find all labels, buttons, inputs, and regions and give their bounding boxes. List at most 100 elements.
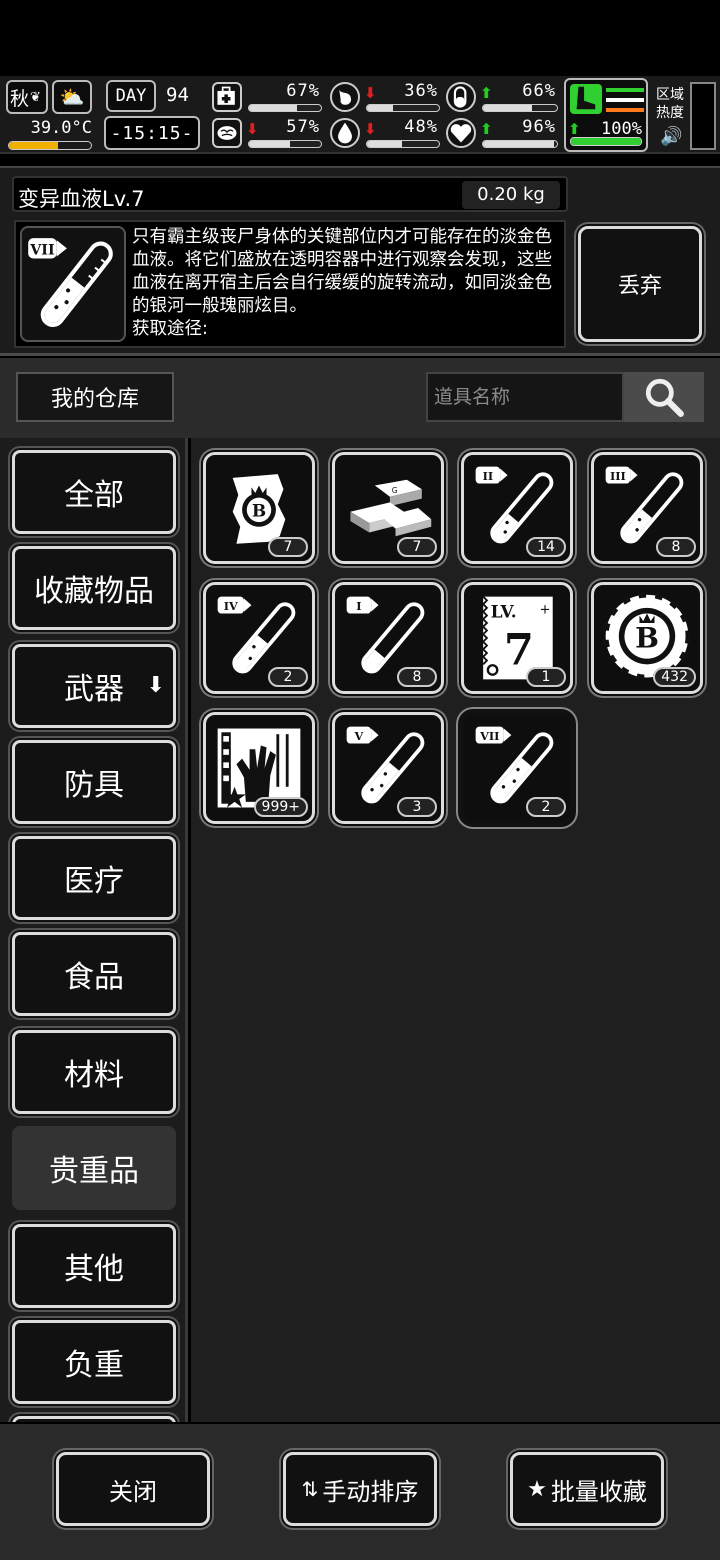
clock-time: -15:15- bbox=[110, 122, 194, 144]
category-favorites[interactable]: 收藏物品 bbox=[12, 546, 176, 630]
svg-text:B: B bbox=[252, 500, 266, 520]
stat-value: 57% bbox=[286, 117, 320, 137]
svg-text:IV: IV bbox=[224, 599, 238, 613]
item-count: 999+ bbox=[253, 797, 308, 817]
item-description: 只有霸主级丧尸身体的关键部位内才可能存在的淡金色血液。将它们盛放在透明容器中进行… bbox=[132, 226, 558, 341]
item-count: 7 bbox=[397, 537, 437, 557]
item-grid: B 7 G 7 II 14 III 8 IV 2 I 8 LV. 7 + 1 B 4… bbox=[191, 438, 720, 1422]
blood-vial-icon: VII bbox=[20, 226, 126, 342]
category-label: 负重 bbox=[64, 1348, 124, 1383]
status-bar: 秋 ❦ ⛅ 39.0°C DAY 94 -15:15- 67% ⬇ 36% ⬆ … bbox=[0, 76, 720, 154]
stamina-value: 100% bbox=[601, 119, 642, 139]
boot-icon bbox=[570, 84, 602, 114]
item-count: 8 bbox=[397, 667, 437, 687]
item-slot-blood-vial-5[interactable]: V 3 bbox=[332, 712, 444, 824]
item-obtain-label: 获取途径: bbox=[132, 319, 208, 339]
bottom-action-bar: 关闭 ⇅ 手动排序 ★ 批量收藏 bbox=[0, 1424, 720, 1560]
leaf-icon: ❦ bbox=[30, 89, 41, 105]
item-title: 变异血液Lv.7 bbox=[18, 187, 145, 211]
svg-text:II: II bbox=[483, 469, 494, 483]
category-label: 医疗 bbox=[64, 864, 124, 899]
manual-sort-label: 手动排序 bbox=[322, 1477, 419, 1506]
stat-sanity: ⬇ 57% bbox=[212, 116, 322, 150]
batch-favorite-button[interactable]: ★ 批量收藏 bbox=[510, 1452, 664, 1526]
category-all[interactable]: 全部 bbox=[12, 450, 176, 534]
item-count: 2 bbox=[526, 797, 566, 817]
temperature-box: 39.0°C bbox=[6, 118, 94, 152]
arrow-up-icon: ⬆ bbox=[568, 120, 581, 138]
category-valuables[interactable]: 贵重品 bbox=[12, 1126, 176, 1210]
category-materials[interactable]: 材料 bbox=[12, 1030, 176, 1114]
item-count: 1 bbox=[526, 667, 566, 687]
heart-icon bbox=[446, 118, 476, 148]
close-button[interactable]: 关闭 bbox=[56, 1452, 210, 1526]
star-icon: ★ bbox=[527, 1476, 547, 1502]
brain-icon bbox=[212, 118, 242, 148]
category-load[interactable]: 负重 bbox=[12, 1320, 176, 1404]
category-medical[interactable]: 医疗 bbox=[12, 836, 176, 920]
stamina-bar bbox=[570, 137, 642, 146]
category-label: 贵重品 bbox=[49, 1154, 139, 1189]
stat-medicine: ⬆ 66% bbox=[446, 80, 558, 114]
batch-favorite-label: 批量收藏 bbox=[550, 1477, 647, 1506]
item-detail-panel: 变异血液Lv.7 0.20 kg VII 只有霸主级丧尸身体的关键部位内才可能存… bbox=[0, 166, 720, 356]
stat-bar bbox=[366, 104, 440, 112]
stat-bar bbox=[248, 104, 322, 112]
item-count: 7 bbox=[268, 537, 308, 557]
svg-text:7: 7 bbox=[504, 624, 534, 675]
item-slot-gold-bars[interactable]: G 7 bbox=[332, 452, 444, 564]
category-more[interactable] bbox=[12, 1416, 176, 1422]
search-button[interactable] bbox=[624, 372, 704, 422]
discard-button[interactable]: 丢弃 bbox=[578, 226, 702, 342]
item-slot-blood-vial-4[interactable]: IV 2 bbox=[203, 582, 315, 694]
temperature-value: 39.0°C bbox=[30, 118, 92, 138]
item-slot-blood-vial-3[interactable]: III 8 bbox=[591, 452, 703, 564]
region-heat[interactable]: 区域 热度 🔊 bbox=[652, 80, 718, 150]
stat-value: 36% bbox=[404, 81, 438, 101]
day-value: 94 bbox=[166, 84, 189, 106]
region-heat-label: 区域 热度 bbox=[656, 87, 684, 121]
category-label: 收藏物品 bbox=[34, 574, 154, 609]
item-slot-level-ticket[interactable]: LV. 7 + 1 bbox=[461, 582, 573, 694]
stamina-panel: ⬆ 100% bbox=[564, 78, 648, 152]
category-other[interactable]: 其他 bbox=[12, 1224, 176, 1308]
item-description-text: 只有霸主级丧尸身体的关键部位内才可能存在的淡金色血液。将它们盛放在透明容器中进行… bbox=[132, 227, 552, 316]
swap-arrows-icon: ⇅ bbox=[301, 1477, 319, 1501]
category-armor[interactable]: 防具 bbox=[12, 740, 176, 824]
category-label: 材料 bbox=[64, 1058, 124, 1093]
pill-icon bbox=[446, 82, 476, 112]
item-weight: 0.20 kg bbox=[462, 181, 560, 209]
stat-thirst: ⬇ 48% bbox=[330, 116, 440, 150]
svg-text:VII: VII bbox=[479, 729, 499, 743]
season-label: 秋 bbox=[10, 87, 30, 110]
category-weapons[interactable]: 武器 ⬇ bbox=[12, 644, 176, 728]
item-slot-blood-vial-7[interactable]: VII 2 bbox=[461, 712, 573, 824]
speaker-icon[interactable]: 🔊 bbox=[660, 126, 682, 147]
arrow-down-icon: ⬇ bbox=[146, 673, 165, 698]
search-icon bbox=[645, 378, 684, 417]
manual-sort-button[interactable]: ⇅ 手动排序 bbox=[283, 1452, 437, 1526]
vial-level-label: VII bbox=[29, 242, 55, 258]
svg-text:B: B bbox=[635, 621, 659, 654]
item-count: 432 bbox=[653, 667, 696, 687]
arrow-up-icon: ⬆ bbox=[480, 120, 493, 138]
day-label: DAY bbox=[115, 86, 147, 106]
item-slot-zombie-card[interactable]: 999+ bbox=[203, 712, 315, 824]
stat-health: 67% bbox=[212, 80, 322, 114]
item-slot-blood-vial-1[interactable]: I 8 bbox=[332, 582, 444, 694]
stamina-lines bbox=[606, 88, 644, 112]
category-food[interactable]: 食品 bbox=[12, 932, 176, 1016]
item-slot-coin-pouch[interactable]: B 7 bbox=[203, 452, 315, 564]
category-sidebar[interactable]: 全部 收藏物品 武器 ⬇ 防具 医疗 食品 材料 贵重品 其他 负重 bbox=[0, 438, 188, 1422]
stat-value: 96% bbox=[522, 117, 556, 137]
season-badge: 秋 ❦ bbox=[6, 80, 48, 114]
item-slot-casino-chip[interactable]: B 432 bbox=[591, 582, 703, 694]
stat-value: 48% bbox=[404, 117, 438, 137]
thermometer-icon bbox=[8, 141, 92, 150]
search-input[interactable] bbox=[426, 372, 624, 422]
weather-icon: ⛅ bbox=[52, 80, 92, 114]
item-slot-blood-vial-2[interactable]: II 14 bbox=[461, 452, 573, 564]
stat-bar bbox=[366, 140, 440, 148]
stat-value: 67% bbox=[286, 81, 320, 101]
item-count: 2 bbox=[268, 667, 308, 687]
